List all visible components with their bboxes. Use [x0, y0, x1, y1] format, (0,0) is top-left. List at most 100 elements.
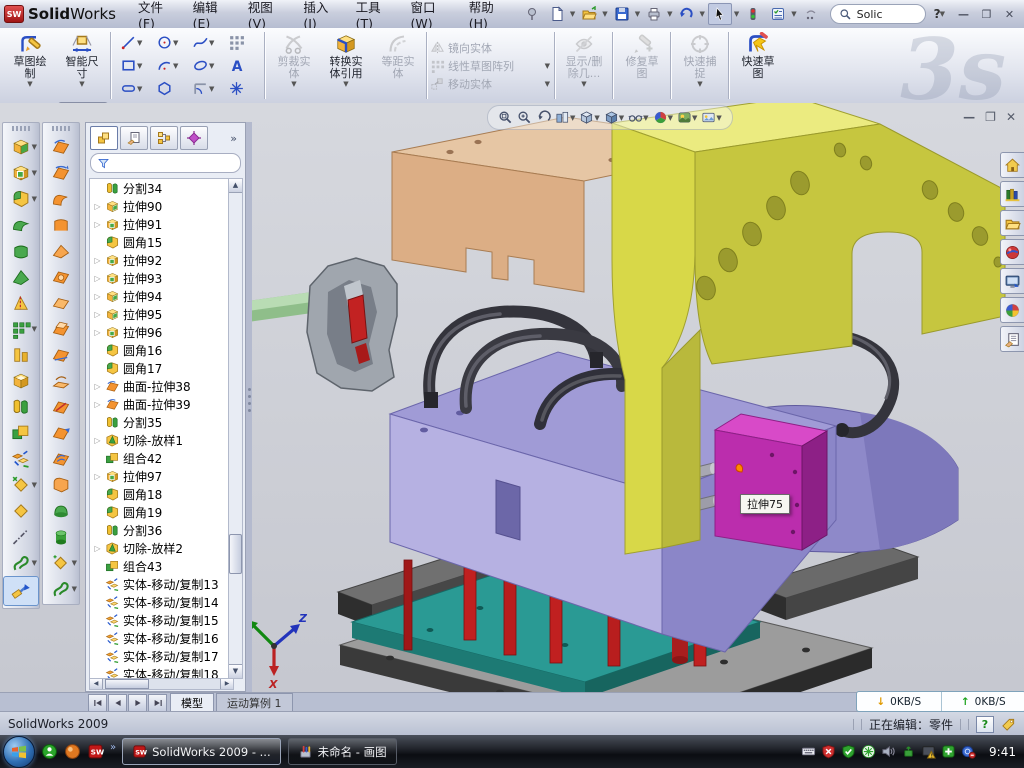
- tree-item[interactable]: ▷拉伸97: [90, 467, 233, 485]
- scroll-right-button[interactable]: ▶: [220, 679, 233, 689]
- panel-splitter[interactable]: [246, 122, 252, 692]
- print-dropdown-icon[interactable]: ▼: [667, 10, 672, 18]
- hud-apply-scene[interactable]: ▼: [677, 110, 697, 125]
- convert-entities-dropdown-icon[interactable]: ▼: [343, 80, 348, 88]
- panel-tab-propertymanager[interactable]: [120, 126, 148, 150]
- cmd-linear-pattern-sketch[interactable]: 线性草图阵列▼: [430, 58, 552, 74]
- tree-item[interactable]: ▷拉伸92: [90, 251, 233, 269]
- expander-icon[interactable]: ▷: [93, 310, 102, 319]
- start-button[interactable]: [3, 736, 35, 768]
- quicklaunch-messenger[interactable]: [41, 743, 58, 760]
- tree-item[interactable]: 圆角19: [90, 503, 233, 521]
- hud-hide-show-items[interactable]: ▼: [628, 110, 648, 125]
- tree-horizontal-scrollbar[interactable]: ◀ ▶: [89, 678, 234, 690]
- tray-volume[interactable]: [881, 744, 896, 759]
- feat-extruded-cut[interactable]: ▼: [4, 160, 38, 186]
- surf-swept-surface[interactable]: [44, 186, 78, 212]
- search-input[interactable]: [855, 7, 917, 22]
- tree-item[interactable]: ▷切除-放样1: [90, 431, 233, 449]
- feat-draft[interactable]: [4, 290, 38, 316]
- feat-insert-part[interactable]: ▼: [4, 472, 38, 498]
- taskpane-solidworks-content[interactable]: [1000, 239, 1024, 265]
- tray-usb-device[interactable]: [901, 744, 916, 759]
- feat-curves[interactable]: ▼: [4, 550, 38, 576]
- panel-tab-configurationmanager[interactable]: [150, 126, 178, 150]
- expander-icon[interactable]: ▷: [93, 472, 102, 481]
- tree-item[interactable]: ▷切除-放样2: [90, 539, 233, 557]
- tree-item[interactable]: 实体-移动/复制18: [90, 665, 233, 679]
- tool-arc[interactable]: ▼: [152, 54, 188, 77]
- cmd-convert-entities[interactable]: 转换实体引用▼: [320, 28, 372, 103]
- undo-dropdown-icon[interactable]: ▼: [699, 10, 704, 18]
- tree-item[interactable]: 组合43: [90, 557, 233, 575]
- panel-tab-dimxpertmanager[interactable]: [180, 126, 208, 150]
- hud-display-style[interactable]: ▼: [604, 110, 624, 125]
- tree-item[interactable]: 实体-移动/复制14: [90, 593, 233, 611]
- tool-line[interactable]: ▼: [116, 31, 152, 54]
- heads-up-view-toolbar[interactable]: ▼▼▼▼▼▼▼: [487, 105, 733, 130]
- tree-item[interactable]: 实体-移动/复制16: [90, 629, 233, 647]
- cmd-trim-entities[interactable]: 剪裁实体▼: [268, 28, 320, 103]
- tray-security-alert[interactable]: [821, 744, 836, 759]
- help-dropdown-icon[interactable]: ▼: [940, 10, 945, 18]
- surf-offset-surface[interactable]: [44, 316, 78, 342]
- cmd-rapid-sketch[interactable]: 快速草图: [732, 28, 784, 103]
- quick-tips-button[interactable]: ?: [976, 716, 994, 733]
- tray-display-warning[interactable]: !: [921, 744, 936, 759]
- search-box[interactable]: [830, 4, 926, 24]
- doc-restore-button[interactable]: ❐: [985, 110, 996, 124]
- scroll-up-button[interactable]: ▲: [229, 179, 242, 193]
- scroll-down-button[interactable]: ▼: [229, 664, 242, 678]
- surf-planar-surface[interactable]: [44, 290, 78, 316]
- nav-prev-button[interactable]: [108, 694, 127, 712]
- surf-grip[interactable]: [52, 126, 70, 131]
- select-pointer-dropdown-icon[interactable]: ▼: [734, 10, 739, 18]
- panel-tabs-overflow[interactable]: »: [230, 132, 243, 145]
- tree-item[interactable]: ▷拉伸94: [90, 287, 233, 305]
- tree-item[interactable]: 圆角15: [90, 233, 233, 251]
- print-button[interactable]: [643, 4, 665, 24]
- taskpane-file-explorer[interactable]: [1000, 210, 1024, 236]
- tree-item[interactable]: ▷拉伸96: [90, 323, 233, 341]
- expander-icon[interactable]: ▷: [93, 292, 102, 301]
- hud-zoom-area[interactable]: [517, 110, 532, 125]
- surf-filled-surface[interactable]: [44, 264, 78, 290]
- close-button[interactable]: ✕: [1001, 7, 1018, 22]
- tree-item[interactable]: 分割36: [90, 521, 233, 539]
- surf-extruded-surface[interactable]: [44, 134, 78, 160]
- cmd-quick-snap[interactable]: 快速捕捉▼: [674, 28, 726, 103]
- tray-sync-status[interactable]: [961, 744, 976, 759]
- more-dots-button[interactable]: [800, 4, 822, 24]
- save-dropdown-icon[interactable]: ▼: [635, 10, 640, 18]
- expander-icon[interactable]: ▷: [93, 328, 102, 337]
- expander-icon[interactable]: ▷: [93, 382, 102, 391]
- doc-close-button[interactable]: ✕: [1006, 110, 1016, 124]
- options-list-dropdown-icon[interactable]: ▼: [791, 10, 796, 18]
- tree-item[interactable]: 圆角17: [90, 359, 233, 377]
- select-pointer-button[interactable]: [708, 3, 732, 25]
- hud-zoom-fit[interactable]: [498, 110, 513, 125]
- tree-item[interactable]: ▷曲面-拉伸39: [90, 395, 233, 413]
- taskpane-custom-properties[interactable]: [1000, 326, 1024, 352]
- surf-cut-with-surface[interactable]: ▼: [44, 550, 78, 576]
- nav-next-button[interactable]: [128, 694, 147, 712]
- options-list-button[interactable]: [767, 4, 789, 24]
- feat-fillet[interactable]: ▼: [4, 186, 38, 212]
- surf-flatten-surface[interactable]: [44, 368, 78, 394]
- hud-section-view[interactable]: ▼: [555, 110, 575, 125]
- restore-button[interactable]: ❐: [978, 7, 995, 22]
- nav-last-button[interactable]: [148, 694, 167, 712]
- tray-keyboard[interactable]: [801, 744, 816, 759]
- tree-item[interactable]: 实体-移动/复制17: [90, 647, 233, 665]
- tool-circle[interactable]: ▼: [152, 31, 188, 54]
- surf-knit-surface[interactable]: [44, 446, 78, 472]
- surf-extend-surface[interactable]: [44, 420, 78, 446]
- surf-trim-surface[interactable]: [44, 394, 78, 420]
- minimize-button[interactable]: —: [955, 7, 972, 22]
- tree-item[interactable]: ▷拉伸91: [90, 215, 233, 233]
- tool-text[interactable]: A: [224, 54, 260, 77]
- nav-first-button[interactable]: [88, 694, 107, 712]
- quick-launch-overflow[interactable]: »: [110, 742, 116, 753]
- smart-dimension-dropdown-icon[interactable]: ▼: [79, 80, 84, 88]
- tree-item[interactable]: 分割34: [90, 179, 233, 197]
